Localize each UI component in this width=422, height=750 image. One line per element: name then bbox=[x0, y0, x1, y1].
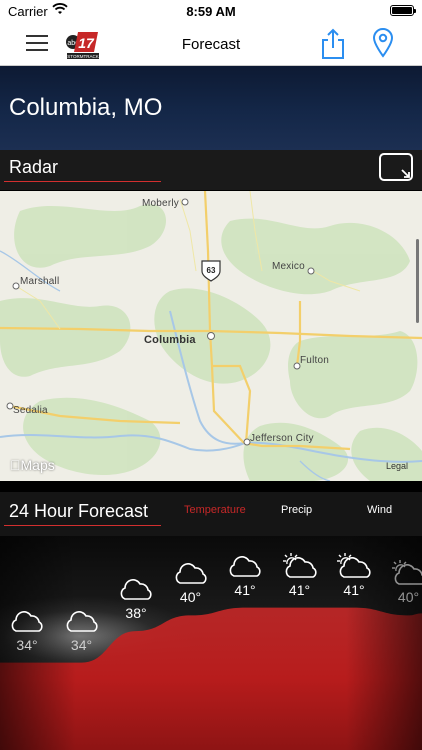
share-icon[interactable] bbox=[320, 28, 346, 60]
svg-text:STORMTRACK: STORMTRACK bbox=[67, 54, 98, 59]
hour-forecast: 41° bbox=[273, 552, 327, 598]
location-header: Columbia, MO bbox=[0, 66, 422, 150]
tab-precip[interactable]: Precip bbox=[281, 504, 312, 516]
map-label-marshall: Marshall bbox=[20, 276, 60, 287]
map-label-fulton: Fulton bbox=[300, 355, 329, 366]
hour-temperature: 34° bbox=[16, 636, 38, 653]
battery-icon bbox=[390, 5, 416, 16]
forecast-title: 24 Hour Forecast bbox=[9, 501, 149, 521]
radar-title-underline bbox=[4, 181, 161, 182]
hour-temperature: 40° bbox=[179, 589, 202, 606]
radar-map[interactable]: 63 Moberly Mexico Marshall Columbia Fult… bbox=[0, 191, 422, 481]
hour-forecast: 41° bbox=[218, 552, 272, 598]
clock: 8:59 AM bbox=[186, 4, 236, 19]
expand-icon[interactable] bbox=[378, 152, 414, 182]
highway-shield: 63 bbox=[201, 260, 221, 282]
hour-forecast: 41° bbox=[327, 552, 381, 598]
map-terrain: 63 bbox=[0, 191, 422, 481]
partly-sunny-icon bbox=[327, 552, 381, 580]
hour-forecast: 40° bbox=[164, 559, 218, 605]
map-label-columbia: Columbia bbox=[144, 334, 196, 346]
map-scrollbar[interactable] bbox=[416, 239, 419, 323]
hour-temperature: 41° bbox=[288, 581, 311, 598]
legal-link[interactable]: Legal bbox=[386, 461, 408, 471]
partly-sunny-icon bbox=[382, 559, 422, 587]
hour-temperature: 41° bbox=[343, 581, 365, 598]
radar-section-header: Radar bbox=[0, 150, 422, 190]
svg-text:63: 63 bbox=[207, 266, 216, 275]
map-label-sedalia: Sedalia bbox=[13, 405, 48, 416]
forecast-section-header: 24 Hour Forecast Temperature Precip Wind bbox=[0, 492, 422, 536]
hour-temperature: 41° bbox=[234, 581, 256, 598]
cloud-icon bbox=[0, 607, 54, 635]
city-name: Columbia, MO bbox=[9, 94, 163, 121]
hour-temperature: 40° bbox=[397, 589, 420, 606]
location-pin-icon[interactable] bbox=[372, 28, 394, 58]
tab-temperature[interactable]: Temperature bbox=[184, 504, 246, 516]
cloud-icon bbox=[164, 559, 218, 587]
cloud-icon bbox=[218, 552, 272, 580]
hour-forecast: 34° bbox=[55, 607, 109, 653]
status-bar: Carrier 8:59 AM bbox=[0, 0, 422, 22]
nav-bar: abc 17 STORMTRACK Forecast bbox=[0, 22, 422, 66]
hour-forecast: 40° bbox=[382, 559, 422, 605]
maps-attribution: Maps bbox=[10, 457, 55, 473]
forecast-title-underline bbox=[4, 525, 161, 526]
cloud-icon bbox=[109, 575, 163, 603]
tab-wind[interactable]: Wind bbox=[367, 504, 392, 516]
map-label-mexico: Mexico bbox=[272, 261, 305, 272]
hour-temperature: 34° bbox=[70, 636, 93, 653]
partly-sunny-icon bbox=[273, 552, 327, 580]
hour-temperature: 38° bbox=[125, 605, 147, 622]
page-title: Forecast bbox=[181, 36, 241, 53]
radar-title: Radar bbox=[9, 157, 59, 177]
hour-forecast: 34° bbox=[0, 607, 54, 653]
map-label-jefferson-city: Jefferson City bbox=[250, 433, 314, 444]
apple-logo-icon:  bbox=[10, 457, 21, 473]
cloud-icon bbox=[55, 607, 109, 635]
hour-forecast: 38° bbox=[109, 575, 163, 621]
maps-attribution-text: Maps bbox=[10, 457, 55, 473]
map-label-moberly: Moberly bbox=[142, 198, 179, 209]
temperature-forecast-chart: 34° 34° 38° 40° 41° 41° 41° 40° bbox=[0, 536, 422, 750]
